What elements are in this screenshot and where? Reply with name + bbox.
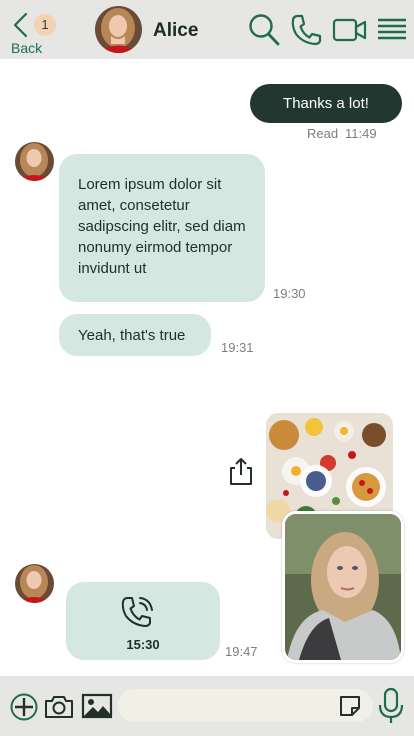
search-icon[interactable] xyxy=(248,13,280,47)
message-text: Lorem ipsum dolor sit amet, consetetur s… xyxy=(78,176,246,277)
portrait-photo[interactable] xyxy=(282,511,404,663)
message-text: Yeah, that's true xyxy=(78,327,186,344)
plus-icon[interactable] xyxy=(10,693,38,721)
unread-count-badge: 1 xyxy=(34,14,56,36)
incoming-message[interactable]: Lorem ipsum dolor sit amet, consetetur s… xyxy=(59,154,265,302)
sender-avatar[interactable] xyxy=(15,564,54,603)
read-status: Read xyxy=(307,126,339,141)
contact-avatar[interactable] xyxy=(95,6,142,53)
message-time: 19:47 xyxy=(225,644,258,659)
call-duration: 15:30 xyxy=(126,637,160,652)
back-label: Back xyxy=(11,40,43,56)
message-time: 11:49 xyxy=(345,126,377,141)
outgoing-message[interactable]: Thanks a lot! xyxy=(250,84,402,123)
sticker-icon[interactable] xyxy=(338,694,362,718)
composer-bar xyxy=(0,676,414,736)
phone-icon[interactable] xyxy=(290,13,322,47)
call-message[interactable]: 15:30 xyxy=(66,582,220,660)
message-time: 19:30 xyxy=(273,286,306,301)
camera-icon[interactable] xyxy=(43,694,75,720)
microphone-icon[interactable] xyxy=(378,687,404,725)
message-input[interactable] xyxy=(118,689,373,722)
share-icon[interactable] xyxy=(227,456,255,486)
chevron-left-icon xyxy=(13,12,28,38)
chat-header: 1 Back Alice xyxy=(0,0,414,59)
phone-call-icon xyxy=(121,597,153,627)
video-camera-icon[interactable] xyxy=(332,13,368,47)
back-button[interactable]: 1 Back xyxy=(8,10,64,58)
incoming-message[interactable]: Yeah, that's true xyxy=(59,314,211,356)
image-icon[interactable] xyxy=(81,693,113,719)
sender-avatar[interactable] xyxy=(15,142,54,181)
contact-name[interactable]: Alice xyxy=(153,20,198,42)
message-time: 19:31 xyxy=(221,340,254,355)
hamburger-menu-icon[interactable] xyxy=(376,13,408,47)
